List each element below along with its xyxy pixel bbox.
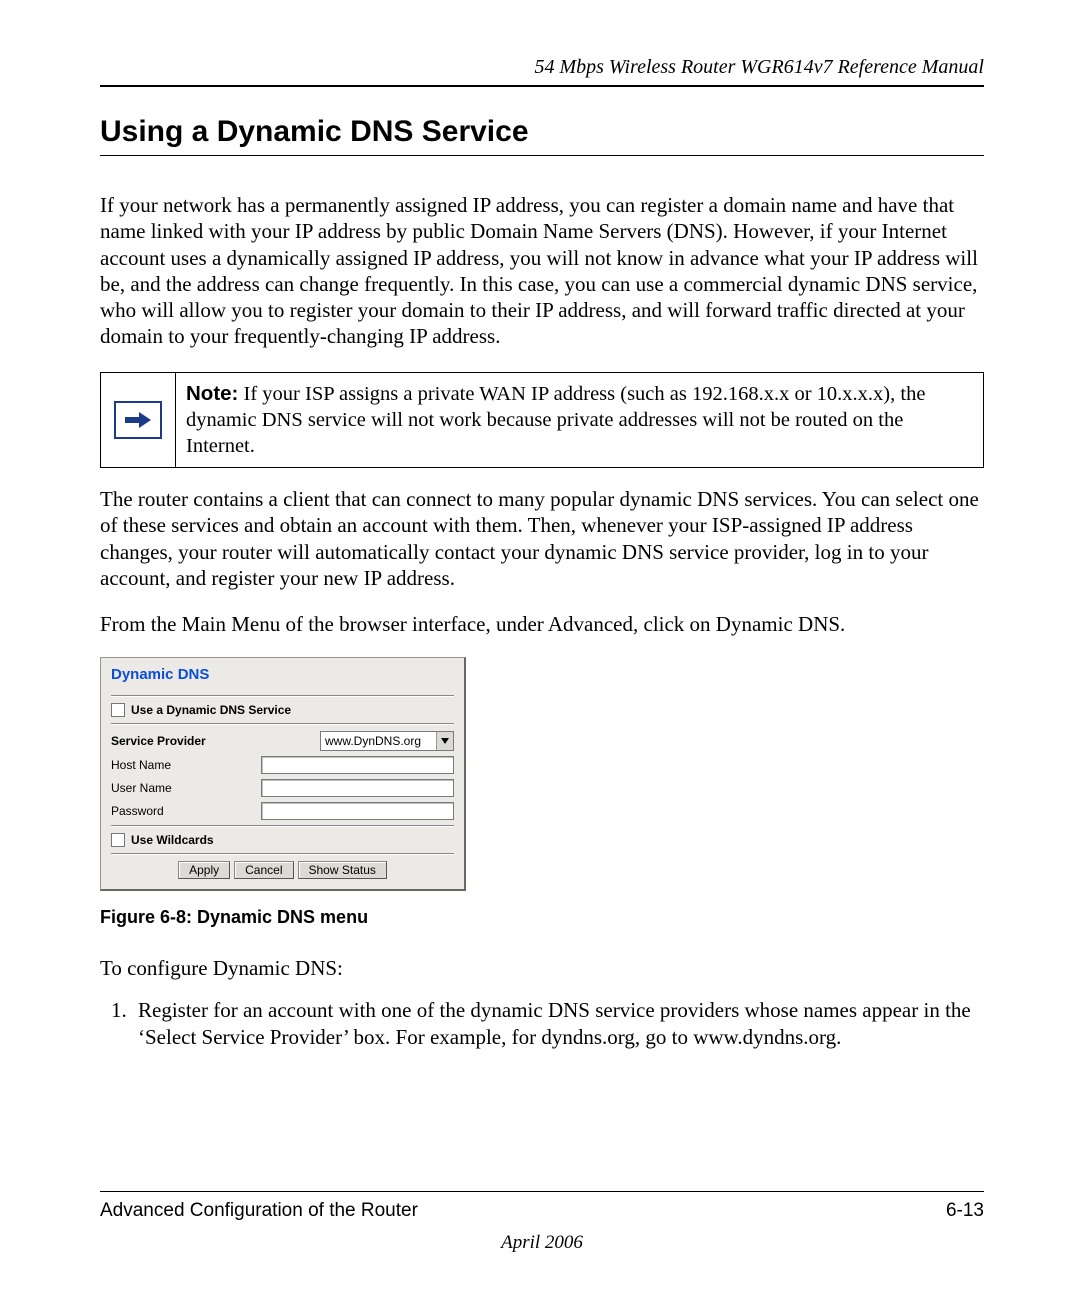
user-name-input[interactable] (261, 779, 454, 797)
footer-left: Advanced Configuration of the Router (100, 1200, 418, 1222)
section-heading: Using a Dynamic DNS Service (100, 115, 984, 149)
password-input[interactable] (261, 802, 454, 820)
paragraph-3: From the Main Menu of the browser interf… (100, 611, 984, 637)
password-label: Password (111, 804, 261, 818)
dynamic-dns-panel: Dynamic DNS Use a Dynamic DNS Service Se… (100, 657, 466, 891)
service-provider-value: www.DynDNS.org (321, 734, 436, 748)
panel-separator (111, 723, 454, 725)
host-name-input[interactable] (261, 756, 454, 774)
steps-list: Register for an account with one of the … (100, 997, 984, 1050)
footer-rule (100, 1191, 984, 1192)
panel-separator (111, 695, 454, 697)
heading-rule (100, 155, 984, 156)
configure-lead-in: To configure Dynamic DNS: (100, 956, 984, 981)
use-ddns-checkbox[interactable] (111, 703, 125, 717)
running-header: 54 Mbps Wireless Router WGR614v7 Referen… (100, 56, 984, 79)
panel-title: Dynamic DNS (111, 664, 454, 695)
footer-date: April 2006 (100, 1232, 984, 1254)
use-wildcards-label: Use Wildcards (131, 833, 214, 847)
note-body: If your ISP assigns a private WAN IP add… (186, 383, 925, 457)
note-label: Note: (186, 382, 238, 405)
note-box: Note: If your ISP assigns a private WAN … (100, 372, 984, 469)
arrow-right-icon (114, 401, 162, 439)
page-number: 6-13 (946, 1200, 984, 1222)
panel-separator (111, 825, 454, 827)
chevron-down-icon (436, 732, 453, 750)
service-provider-label: Service Provider (111, 734, 261, 748)
intro-paragraph: If your network has a permanently assign… (100, 192, 984, 350)
use-ddns-label: Use a Dynamic DNS Service (131, 703, 291, 717)
cancel-button[interactable]: Cancel (234, 861, 293, 879)
host-name-label: Host Name (111, 758, 261, 772)
paragraph-2: The router contains a client that can co… (100, 486, 984, 591)
step-1: Register for an account with one of the … (132, 997, 984, 1050)
show-status-button[interactable]: Show Status (298, 861, 387, 879)
use-wildcards-checkbox[interactable] (111, 833, 125, 847)
header-rule (100, 85, 984, 87)
figure-caption: Figure 6-8: Dynamic DNS menu (100, 907, 984, 928)
apply-button[interactable]: Apply (178, 861, 230, 879)
user-name-label: User Name (111, 781, 261, 795)
service-provider-select[interactable]: www.DynDNS.org (320, 731, 454, 751)
panel-separator (111, 853, 454, 855)
